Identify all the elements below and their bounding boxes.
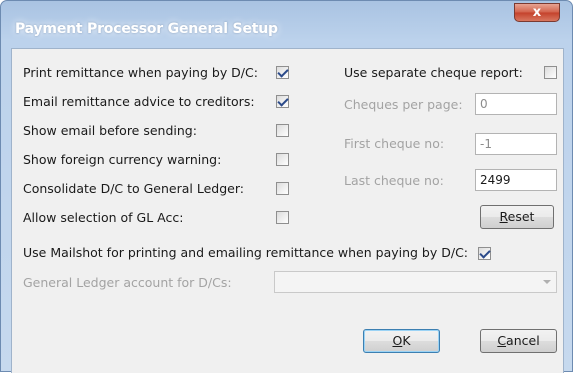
- dialog-window: Payment Processor General Setup x Print …: [0, 0, 573, 373]
- close-button[interactable]: x: [514, 3, 560, 22]
- mailshot-checkbox[interactable]: [478, 247, 491, 260]
- reset-button[interactable]: Reset: [480, 205, 554, 229]
- close-icon: x: [532, 5, 542, 20]
- first-cheque-field[interactable]: -1: [475, 133, 557, 155]
- cancel-button[interactable]: Cancel: [480, 329, 557, 353]
- show-email-label: Show email before sending:: [23, 123, 197, 138]
- separate-cheque-label: Use separate cheque report:: [344, 65, 523, 80]
- allow-gl-acc-label: Allow selection of GL Acc:: [23, 210, 184, 225]
- foreign-currency-label: Show foreign currency warning:: [23, 152, 222, 167]
- cancel-label: ancel: [506, 333, 540, 348]
- reset-label: eset: [507, 209, 535, 224]
- ok-label: K: [402, 333, 411, 348]
- chevron-down-icon: [543, 280, 551, 284]
- mailshot-label: Use Mailshot for printing and emailing r…: [23, 245, 469, 260]
- gl-account-combobox[interactable]: [274, 271, 557, 293]
- cheques-per-page-label: Cheques per page:: [344, 97, 463, 112]
- email-remittance-checkbox[interactable]: [276, 95, 289, 108]
- reset-mnemonic: R: [499, 209, 508, 224]
- first-cheque-label: First cheque no:: [344, 136, 445, 151]
- ok-button[interactable]: OK: [363, 329, 440, 353]
- email-remittance-label: Email remittance advice to creditors:: [23, 94, 255, 109]
- ok-mnemonic: O: [392, 333, 403, 348]
- print-remittance-label: Print remittance when paying by D/C:: [23, 65, 258, 80]
- print-remittance-checkbox[interactable]: [276, 66, 289, 79]
- allow-gl-acc-checkbox[interactable]: [276, 211, 289, 224]
- dialog-body: Print remittance when paying by D/C: Ema…: [11, 48, 564, 373]
- consolidate-label: Consolidate D/C to General Ledger:: [23, 181, 244, 196]
- consolidate-checkbox[interactable]: [276, 182, 289, 195]
- show-email-checkbox[interactable]: [276, 124, 289, 137]
- separate-cheque-checkbox[interactable]: [544, 66, 557, 79]
- window-title: Payment Processor General Setup: [15, 21, 278, 37]
- cheques-per-page-field[interactable]: 0: [475, 93, 557, 115]
- cancel-mnemonic: C: [497, 333, 507, 348]
- last-cheque-label: Last cheque no:: [344, 173, 444, 188]
- last-cheque-field[interactable]: 2499: [475, 169, 557, 191]
- foreign-currency-checkbox[interactable]: [276, 153, 289, 166]
- gl-account-label: General Ledger account for D/Cs:: [23, 275, 232, 290]
